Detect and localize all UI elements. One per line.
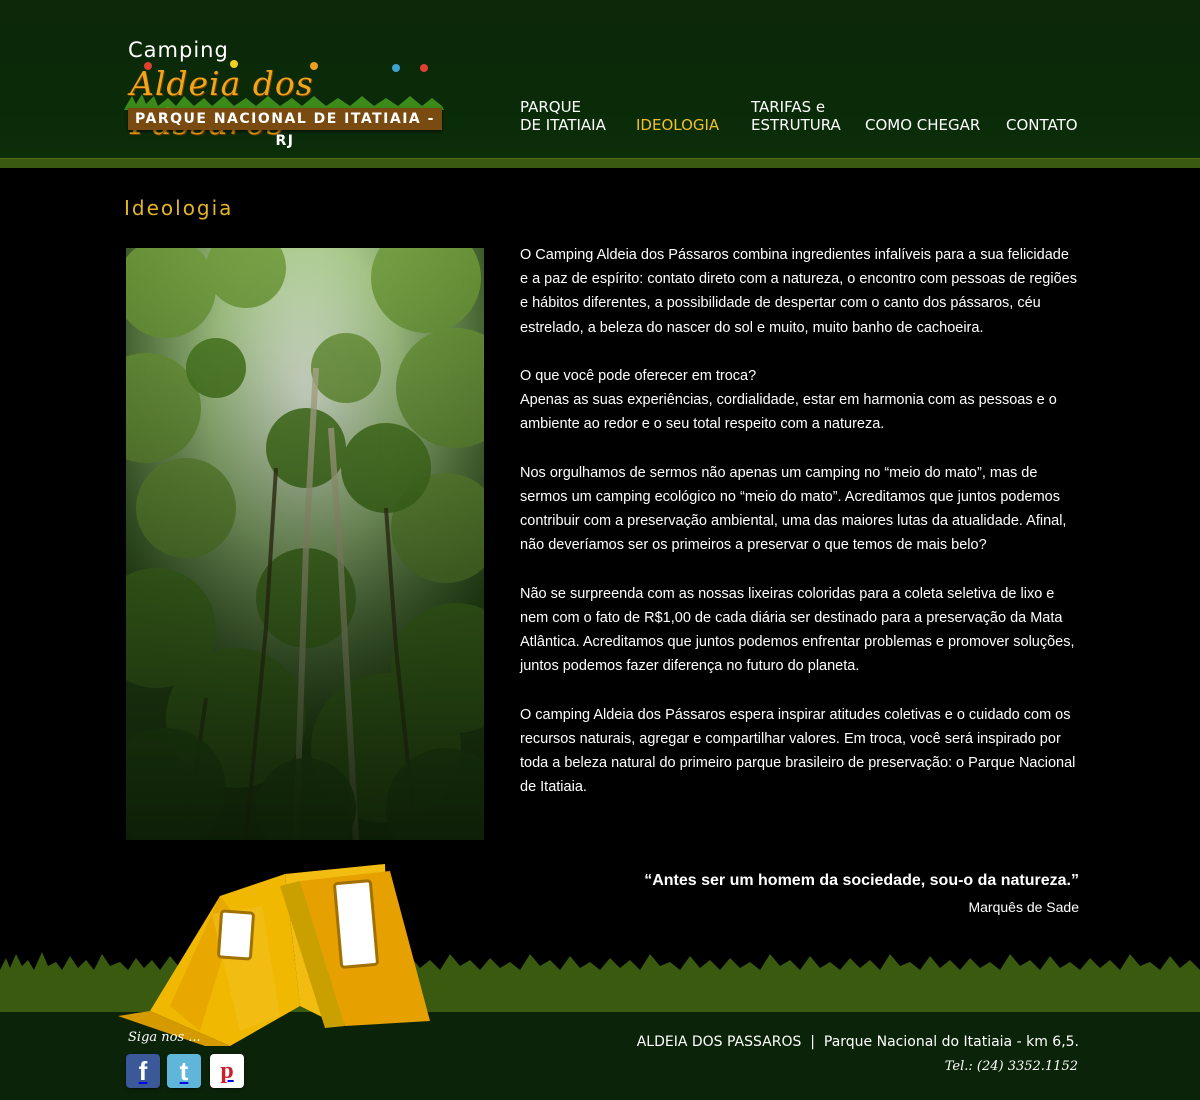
paragraph-question: O que você pode oferecer em troca?	[520, 368, 757, 384]
paragraph: O camping Aldeia dos Pássaros espera ins…	[520, 706, 1076, 796]
nav-label-line2: DE ITATIAIA	[520, 116, 606, 134]
nav-label-line2: ESTRUTURA	[751, 116, 841, 134]
nav-contato[interactable]: CONTATO	[1006, 98, 1078, 134]
pinterest-button[interactable]: p	[210, 1054, 244, 1088]
paragraph-answer: Apenas as suas experiências, cordialidad…	[520, 392, 1057, 433]
nav-como-chegar[interactable]: COMO CHEGAR	[865, 98, 980, 134]
nav-label-line2: CONTATO	[1006, 116, 1078, 134]
logo-camping-text: Camping	[128, 38, 229, 62]
follow-us-label: Siga nos ...	[128, 1030, 201, 1045]
forest-photo	[126, 248, 484, 840]
twitter-icon: t	[179, 1055, 189, 1086]
quote-author: Marquês de Sade	[968, 899, 1079, 915]
page-title: Ideologia	[124, 196, 234, 220]
nav-ideologia[interactable]: IDEOLOGIA	[636, 98, 719, 134]
facebook-icon: f	[138, 1055, 148, 1086]
forest-photo-image	[126, 248, 484, 840]
paragraph: Nos orgulhamos de sermos não apenas um c…	[520, 464, 1067, 554]
nav-label-line1: PARQUE	[520, 98, 582, 116]
paragraph: O que você pode oferecer em troca? Apena…	[520, 364, 1080, 437]
twitter-button[interactable]: t	[167, 1054, 201, 1088]
tent-illustration	[118, 864, 430, 1046]
header-divider	[0, 158, 1200, 168]
nav-tarifas-e-estrutura[interactable]: TARIFAS e ESTRUTURA	[751, 98, 841, 134]
site-header: Camping Aldeia dos Pássaros PARQUE NACIO…	[0, 0, 1200, 158]
paragraph: Não se surpreenda com as nossas lixeiras…	[520, 585, 1075, 675]
paragraph: O Camping Aldeia dos Pássaros combina in…	[520, 247, 1077, 336]
nav-label-line1: TARIFAS e	[751, 98, 826, 116]
nav-label-line2: IDEOLOGIA	[636, 116, 720, 134]
footer-address: ALDEIA DOS PASSAROS | Parque Nacional do…	[636, 1034, 1079, 1050]
facebook-button[interactable]: f	[126, 1054, 160, 1088]
nav-parque-de-itatiaia[interactable]: PARQUE DE ITATIAIA	[520, 98, 606, 134]
footer-phone: Tel.: (24) 3352.1152	[944, 1059, 1078, 1074]
main-nav: PARQUE DE ITATIAIA IDEOLOGIA TARIFAS e E…	[0, 98, 1200, 138]
pinterest-icon: p	[220, 1057, 234, 1084]
ideology-text: O Camping Aldeia dos Pássaros combina in…	[520, 243, 1080, 824]
nav-label-line2: COMO CHEGAR	[865, 116, 981, 134]
quote-text: “Antes ser um homem da sociedade, sou-o …	[644, 872, 1079, 889]
